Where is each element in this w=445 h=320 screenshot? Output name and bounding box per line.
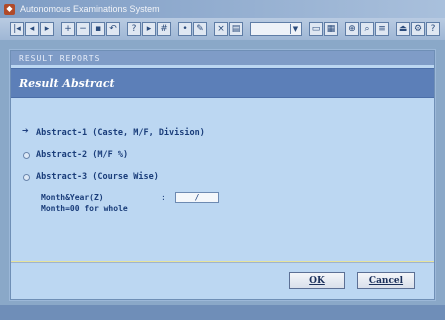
panel-header: RESULT REPORTS <box>11 51 434 65</box>
page-title: Result Abstract <box>19 76 115 90</box>
window-icon[interactable]: ▭ <box>309 22 323 36</box>
toolbar-group-help: ⏏ ⚙ ? <box>396 22 440 36</box>
divider <box>11 261 434 263</box>
first-record-icon[interactable]: |◂ <box>10 22 24 36</box>
list-icon[interactable]: • <box>178 22 192 36</box>
filter-icon[interactable]: ≡ <box>375 22 389 36</box>
previous-record-icon[interactable]: ◂ <box>25 22 39 36</box>
cascade-icon[interactable]: ▦ <box>324 22 338 36</box>
toolbar-group-edit: + − ▪ ↶ <box>61 22 120 36</box>
undo-icon[interactable]: ↶ <box>106 22 120 36</box>
toolbar: |◂ ◂ ▸ + − ▪ ↶ ? ▸ # • ✎ × ▤ ▼ ▭ ▦ ⊕ ⌕ ≡… <box>0 18 445 40</box>
ok-button[interactable]: OK <box>289 272 345 289</box>
search-icon[interactable]: ⌕ <box>360 22 374 36</box>
insert-icon[interactable]: + <box>61 22 75 36</box>
execute-icon[interactable]: ▸ <box>142 22 156 36</box>
panel-header-label: RESULT REPORTS <box>19 53 101 63</box>
options-icon[interactable]: ⚙ <box>411 22 425 36</box>
zoom-icon[interactable]: ⊕ <box>345 22 359 36</box>
save-icon[interactable]: ▪ <box>91 22 105 36</box>
edit-icon[interactable]: ✎ <box>193 22 207 36</box>
option-label: Abstract-1 (Caste, M/F, Division) <box>36 128 205 138</box>
field-colon: : <box>161 192 166 202</box>
month-note: Month=00 for whole <box>41 204 128 213</box>
toolbar-group-view: ⊕ ⌕ ≡ <box>345 22 389 36</box>
option-abstract-2[interactable]: Abstract-2 (M/F %) <box>23 149 205 161</box>
toolbar-group-tools: ▭ ▦ <box>309 22 338 36</box>
abstract-options: Abstract-1 (Caste, M/F, Division) Abstra… <box>22 126 205 193</box>
radio-icon[interactable] <box>23 151 30 159</box>
query-icon[interactable]: ? <box>127 22 141 36</box>
print-icon[interactable]: ▤ <box>229 22 243 36</box>
toolbar-group-query: ? ▸ # <box>127 22 171 36</box>
toolbar-group-misc: × ▤ <box>214 22 243 36</box>
clear-icon[interactable]: × <box>214 22 228 36</box>
option-label: Abstract-2 (M/F %) <box>36 150 129 160</box>
option-abstract-3[interactable]: Abstract-3 (Course Wise) <box>23 171 205 183</box>
delete-icon[interactable]: − <box>76 22 90 36</box>
panel-title-bar: Result Abstract <box>11 68 434 98</box>
month-year-area: Month&Year(Z) : / Month=00 for whole <box>41 191 219 213</box>
option-abstract-1[interactable]: Abstract-1 (Caste, M/F, Division) <box>22 126 205 139</box>
app-icon: ◆ <box>4 3 15 15</box>
radio-icon[interactable] <box>23 173 30 181</box>
next-record-icon[interactable]: ▸ <box>40 22 54 36</box>
cancel-button[interactable]: Cancel <box>357 272 415 289</box>
status-bar <box>0 305 445 320</box>
month-year-input[interactable]: / <box>175 191 219 203</box>
exit-icon[interactable]: ⏏ <box>396 22 410 36</box>
toolbar-dropdown[interactable]: ▼ <box>250 22 302 36</box>
month-year-label: Month&Year(Z) <box>41 192 104 202</box>
toolbar-group-navigation: |◂ ◂ ▸ <box>10 22 54 36</box>
title-bar: ◆ Autonomous Examinations System <box>0 0 445 18</box>
toolbar-group-list: • ✎ <box>178 22 207 36</box>
result-abstract-panel: RESULT REPORTS Result Abstract Abstract-… <box>10 50 435 300</box>
count-icon[interactable]: # <box>157 22 171 36</box>
option-label: Abstract-3 (Course Wise) <box>36 172 159 182</box>
help-icon[interactable]: ? <box>426 22 440 36</box>
radio-selected-icon[interactable] <box>22 126 30 137</box>
window-title: Autonomous Examinations System <box>20 4 160 14</box>
month-year-row: Month&Year(Z) : / <box>41 191 219 203</box>
chevron-down-icon: ▼ <box>290 24 300 34</box>
